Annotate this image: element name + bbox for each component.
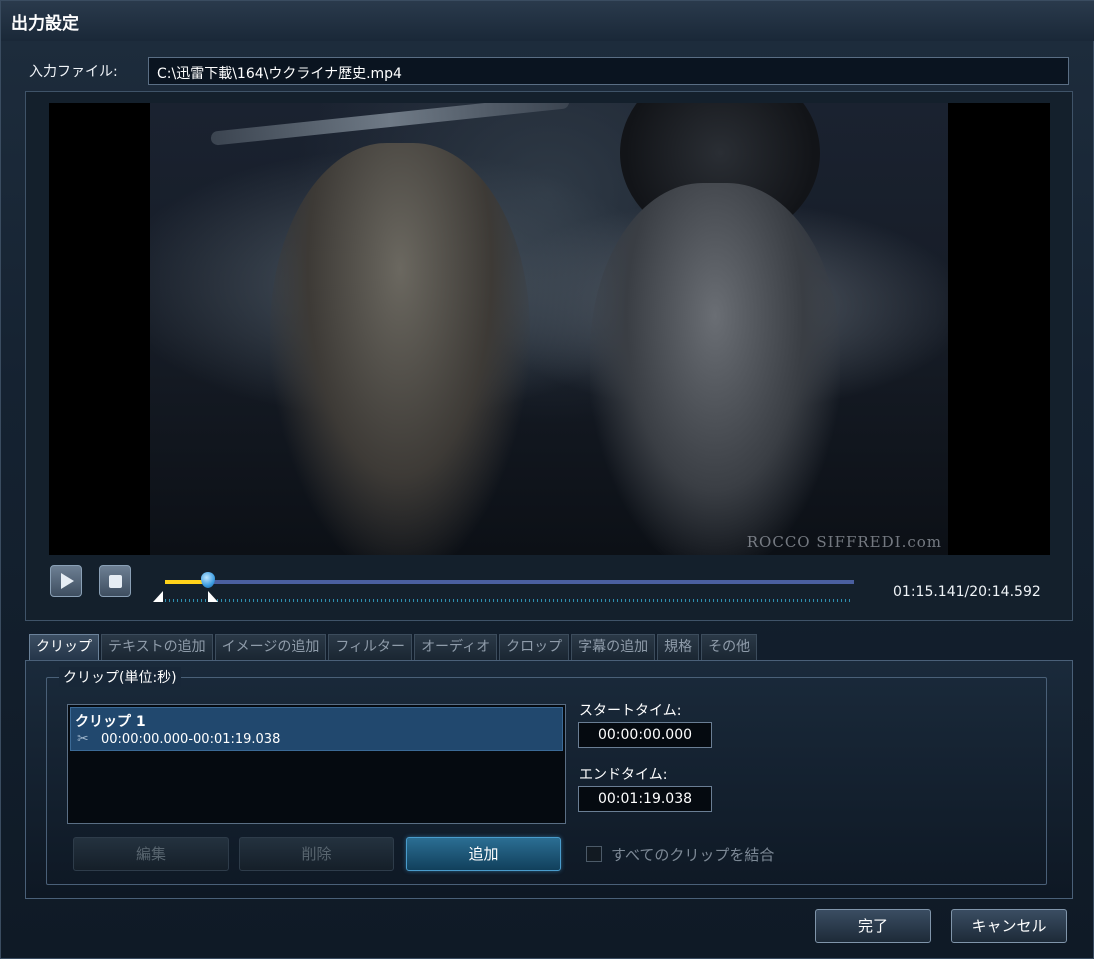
tab-crop[interactable]: クロップ	[499, 634, 570, 660]
delete-button[interactable]: 削除	[239, 837, 394, 871]
end-time-field[interactable]: 00:01:19.038	[578, 786, 712, 812]
cancel-button[interactable]: キャンセル	[951, 909, 1067, 943]
output-settings-window: 出力設定 入力ファイル: C:\迅雷下載\164\ウクライナ歴史.mp4 ROC…	[0, 0, 1094, 959]
clip-start-marker[interactable]	[153, 591, 163, 602]
video-watermark: ROCCO SIFFREDI.com	[746, 533, 942, 551]
done-button[interactable]: 完了	[815, 909, 931, 943]
tab-clip[interactable]: クリップ	[29, 634, 99, 660]
clip-end-marker[interactable]	[208, 591, 218, 602]
title-bar[interactable]: 出力設定	[1, 1, 1094, 41]
clip-group-label: クリップ(単位:秒)	[59, 667, 181, 687]
tab-add-subtitle[interactable]: 字幕の追加	[571, 634, 656, 660]
input-file-field[interactable]: C:\迅雷下載\164\ウクライナ歴史.mp4	[148, 57, 1069, 85]
video-frame: ROCCO SIFFREDI.com	[150, 103, 948, 555]
merge-clips-checkbox[interactable]	[586, 846, 602, 862]
tab-add-image[interactable]: イメージの追加	[214, 634, 327, 660]
start-time-field[interactable]: 00:00:00.000	[578, 722, 712, 748]
timeline-ticks	[165, 599, 850, 602]
clip-name: クリップ 1	[75, 714, 146, 730]
merge-clips-label: すべてのクリップを結合	[611, 846, 775, 864]
tab-audio[interactable]: オーディオ	[414, 634, 498, 660]
end-time-label: エンドタイム:	[579, 767, 668, 783]
seek-thumb[interactable]	[200, 572, 215, 588]
time-readout: 01:15.141/20:14.592	[893, 584, 1041, 600]
window-title: 出力設定	[11, 14, 79, 34]
start-time-label: スタートタイム:	[579, 703, 682, 719]
add-clip-button[interactable]: 追加	[406, 837, 561, 871]
play-button[interactable]	[50, 565, 82, 597]
tab-add-text[interactable]: テキストの追加	[101, 634, 213, 660]
stop-button[interactable]	[99, 565, 131, 597]
seek-bar[interactable]	[165, 580, 854, 584]
clip-list[interactable]: クリップ 1 ✂ 00:00:00.000-00:01:19.038	[67, 704, 566, 824]
tab-other[interactable]: その他	[701, 634, 758, 660]
tab-filter[interactable]: フィルター	[328, 634, 413, 660]
list-item[interactable]: クリップ 1 ✂ 00:00:00.000-00:01:19.038	[70, 707, 563, 751]
settings-tabs: クリップ テキストの追加 イメージの追加 フィルター オーディオ クロップ 字幕…	[29, 634, 759, 660]
edit-button[interactable]: 編集	[73, 837, 229, 871]
stop-icon	[108, 574, 122, 588]
play-icon	[61, 573, 74, 589]
clip-range: 00:00:00.000-00:01:19.038	[101, 732, 281, 747]
tab-format[interactable]: 規格	[657, 634, 700, 660]
scissors-icon: ✂	[77, 731, 89, 747]
input-file-label: 入力ファイル:	[29, 64, 118, 80]
